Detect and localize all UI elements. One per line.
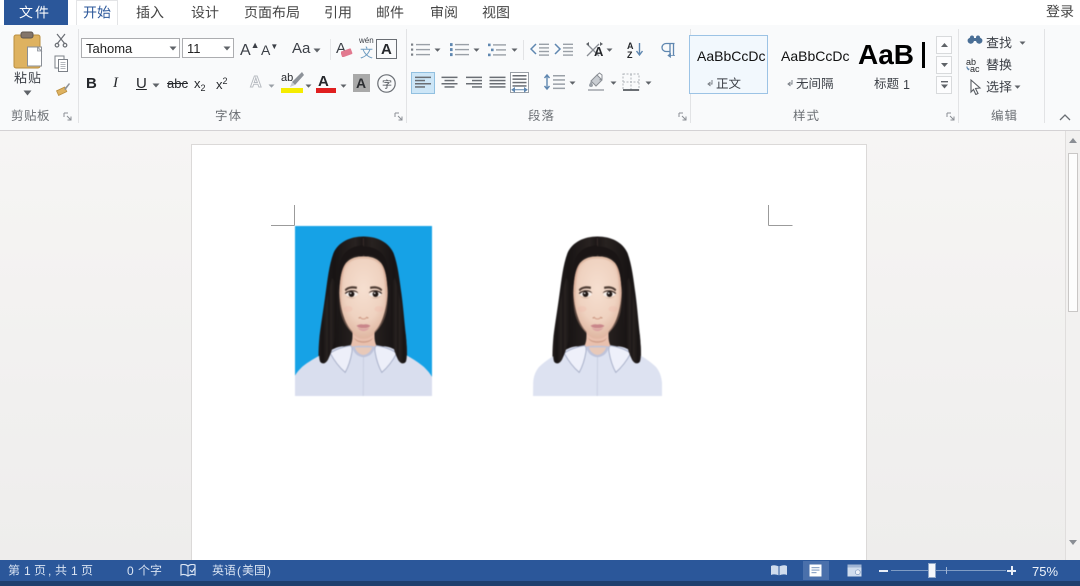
svg-text:Z: Z	[627, 50, 633, 58]
svg-text:ac: ac	[970, 64, 980, 72]
svg-text:A: A	[594, 44, 604, 58]
